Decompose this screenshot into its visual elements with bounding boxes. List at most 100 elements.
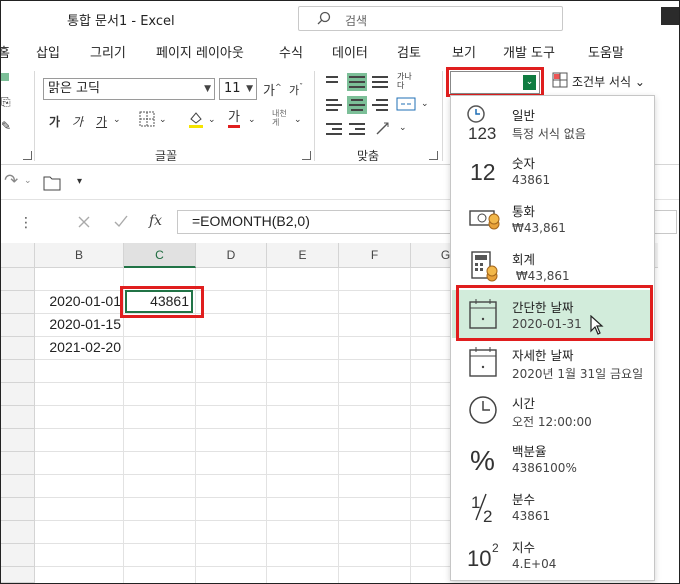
- column-header-b[interactable]: B: [35, 243, 124, 268]
- column-header-d[interactable]: D: [196, 243, 267, 268]
- format-example: 오전 12:00:00: [512, 415, 592, 429]
- conditional-format-icon: [552, 72, 568, 88]
- align-right-button[interactable]: [370, 96, 390, 114]
- format-percentage[interactable]: % 백분율 4386100%: [452, 434, 653, 482]
- format-example: 43861: [512, 509, 551, 523]
- chevron-down-icon[interactable]: ⌄: [399, 123, 407, 133]
- tab-draw[interactable]: 그리기: [90, 42, 126, 61]
- format-general[interactable]: 123 일반 특정 서식 없음: [452, 98, 653, 146]
- customize-qa-icon[interactable]: ▾: [77, 176, 82, 187]
- decrease-indent-button[interactable]: [324, 120, 344, 138]
- divider: [34, 71, 35, 161]
- conditional-format-button[interactable]: 조건부 서식 ⌄: [572, 73, 645, 90]
- format-long-date[interactable]: 자세한 날짜 2020년 1월 31일 금요일: [452, 338, 653, 386]
- clipboard-launcher-icon[interactable]: [23, 151, 32, 160]
- italic-button[interactable]: 가: [72, 113, 83, 130]
- select-all-corner[interactable]: [1, 243, 35, 268]
- row-header[interactable]: [1, 567, 35, 583]
- row-header[interactable]: [1, 521, 35, 544]
- folder-icon[interactable]: [43, 175, 61, 191]
- tab-review[interactable]: 검토: [397, 42, 421, 61]
- row-header[interactable]: [1, 383, 35, 406]
- chevron-down-icon[interactable]: ⌄: [24, 176, 32, 186]
- row-header[interactable]: [1, 268, 35, 291]
- tab-page-layout[interactable]: 페이지 레이아웃: [156, 42, 244, 61]
- grow-font-button[interactable]: 가^: [263, 80, 282, 99]
- gridline: [35, 520, 455, 521]
- percent-icon: %: [470, 445, 495, 476]
- format-name: 일반: [512, 108, 536, 123]
- check-icon[interactable]: [114, 215, 128, 228]
- gridline: [35, 382, 455, 383]
- tab-help[interactable]: 도움말: [588, 42, 624, 61]
- row-header[interactable]: [1, 475, 35, 498]
- format-currency[interactable]: 통화 ₩43,861: [452, 194, 653, 242]
- font-size-select[interactable]: 11 ▼: [219, 78, 257, 100]
- format-example: 4386100%: [512, 461, 577, 475]
- underline-button[interactable]: 가: [96, 113, 107, 130]
- format-fraction[interactable]: 12 분수 43861: [452, 482, 653, 530]
- shrink-font-button[interactable]: 가ˇ: [289, 82, 303, 98]
- account-corner[interactable]: [661, 7, 679, 25]
- column-header-e[interactable]: E: [267, 243, 339, 268]
- cell-b4[interactable]: 2021-02-20: [37, 336, 121, 359]
- insert-function-button[interactable]: fx: [149, 213, 162, 229]
- bold-button[interactable]: 가: [49, 113, 60, 130]
- more-icon[interactable]: ⋮: [19, 215, 33, 231]
- font-name-select[interactable]: 맑은 고딕 ▼: [43, 78, 215, 100]
- align-bottom-button[interactable]: [370, 73, 390, 91]
- chevron-down-icon[interactable]: ⌄: [421, 99, 429, 109]
- chevron-down-icon[interactable]: ⌄: [113, 115, 121, 125]
- tab-insert[interactable]: 삽입: [36, 42, 60, 61]
- format-number[interactable]: 12 숫자 43861: [452, 146, 653, 194]
- copy-icon[interactable]: ⎘: [1, 95, 11, 110]
- cell-b2[interactable]: 2020-01-01: [37, 290, 121, 313]
- format-name: 분수: [512, 492, 536, 507]
- tab-home[interactable]: 홈: [1, 42, 10, 61]
- font-color-button[interactable]: 가: [228, 110, 240, 128]
- column-header-c[interactable]: C: [124, 243, 196, 268]
- format-example: 특정 서식 없음: [512, 127, 586, 141]
- format-painter-icon[interactable]: ✎: [1, 119, 11, 133]
- fill-color-icon[interactable]: [187, 109, 205, 129]
- chevron-down-icon[interactable]: ⌄: [159, 115, 167, 125]
- cell-b3[interactable]: 2020-01-15: [37, 313, 121, 336]
- row-header[interactable]: [1, 314, 35, 337]
- x-icon[interactable]: [78, 216, 90, 228]
- wrap-text-icon[interactable]: 가나 다: [397, 72, 412, 90]
- tab-developer[interactable]: 개발 도구: [503, 42, 555, 61]
- row-header[interactable]: [1, 406, 35, 429]
- format-accounting[interactable]: 회계 ₩43,861: [452, 242, 653, 290]
- tab-view[interactable]: 보기: [452, 42, 476, 61]
- row-header[interactable]: [1, 360, 35, 383]
- row-header[interactable]: [1, 498, 35, 521]
- align-center-button[interactable]: [347, 96, 367, 114]
- chevron-down-icon[interactable]: ⌄: [248, 115, 256, 125]
- redo-icon[interactable]: ↷: [4, 171, 18, 191]
- align-top-button[interactable]: [324, 73, 344, 91]
- align-middle-button[interactable]: [347, 73, 367, 91]
- chevron-down-icon[interactable]: ⌄: [208, 115, 216, 125]
- orientation-icon[interactable]: [374, 119, 392, 137]
- row-header[interactable]: [1, 337, 35, 360]
- alignment-launcher-icon[interactable]: [429, 151, 438, 160]
- row-header[interactable]: [1, 452, 35, 475]
- format-time[interactable]: 시간 오전 12:00:00: [452, 386, 653, 434]
- border-icon[interactable]: [139, 111, 155, 127]
- row-header[interactable]: [1, 429, 35, 452]
- format-scientific[interactable]: 10 2 지수 4.E+04: [452, 530, 653, 578]
- column-header-f[interactable]: F: [339, 243, 411, 268]
- format-name: 시간: [512, 396, 536, 411]
- phonetic-button[interactable]: 내천 게: [272, 109, 287, 127]
- merge-center-icon[interactable]: [396, 96, 416, 112]
- font-launcher-icon[interactable]: [302, 151, 311, 160]
- row-header[interactable]: [1, 291, 35, 314]
- row-header[interactable]: [1, 544, 35, 567]
- tab-data[interactable]: 데이터: [332, 42, 368, 61]
- search-box[interactable]: 검색: [298, 6, 563, 31]
- chevron-down-icon[interactable]: ⌄: [294, 115, 302, 125]
- tab-formulas[interactable]: 수식: [279, 42, 303, 61]
- align-left-button[interactable]: [324, 96, 344, 114]
- increase-indent-button[interactable]: [347, 120, 367, 138]
- paste-icon[interactable]: [1, 73, 9, 81]
